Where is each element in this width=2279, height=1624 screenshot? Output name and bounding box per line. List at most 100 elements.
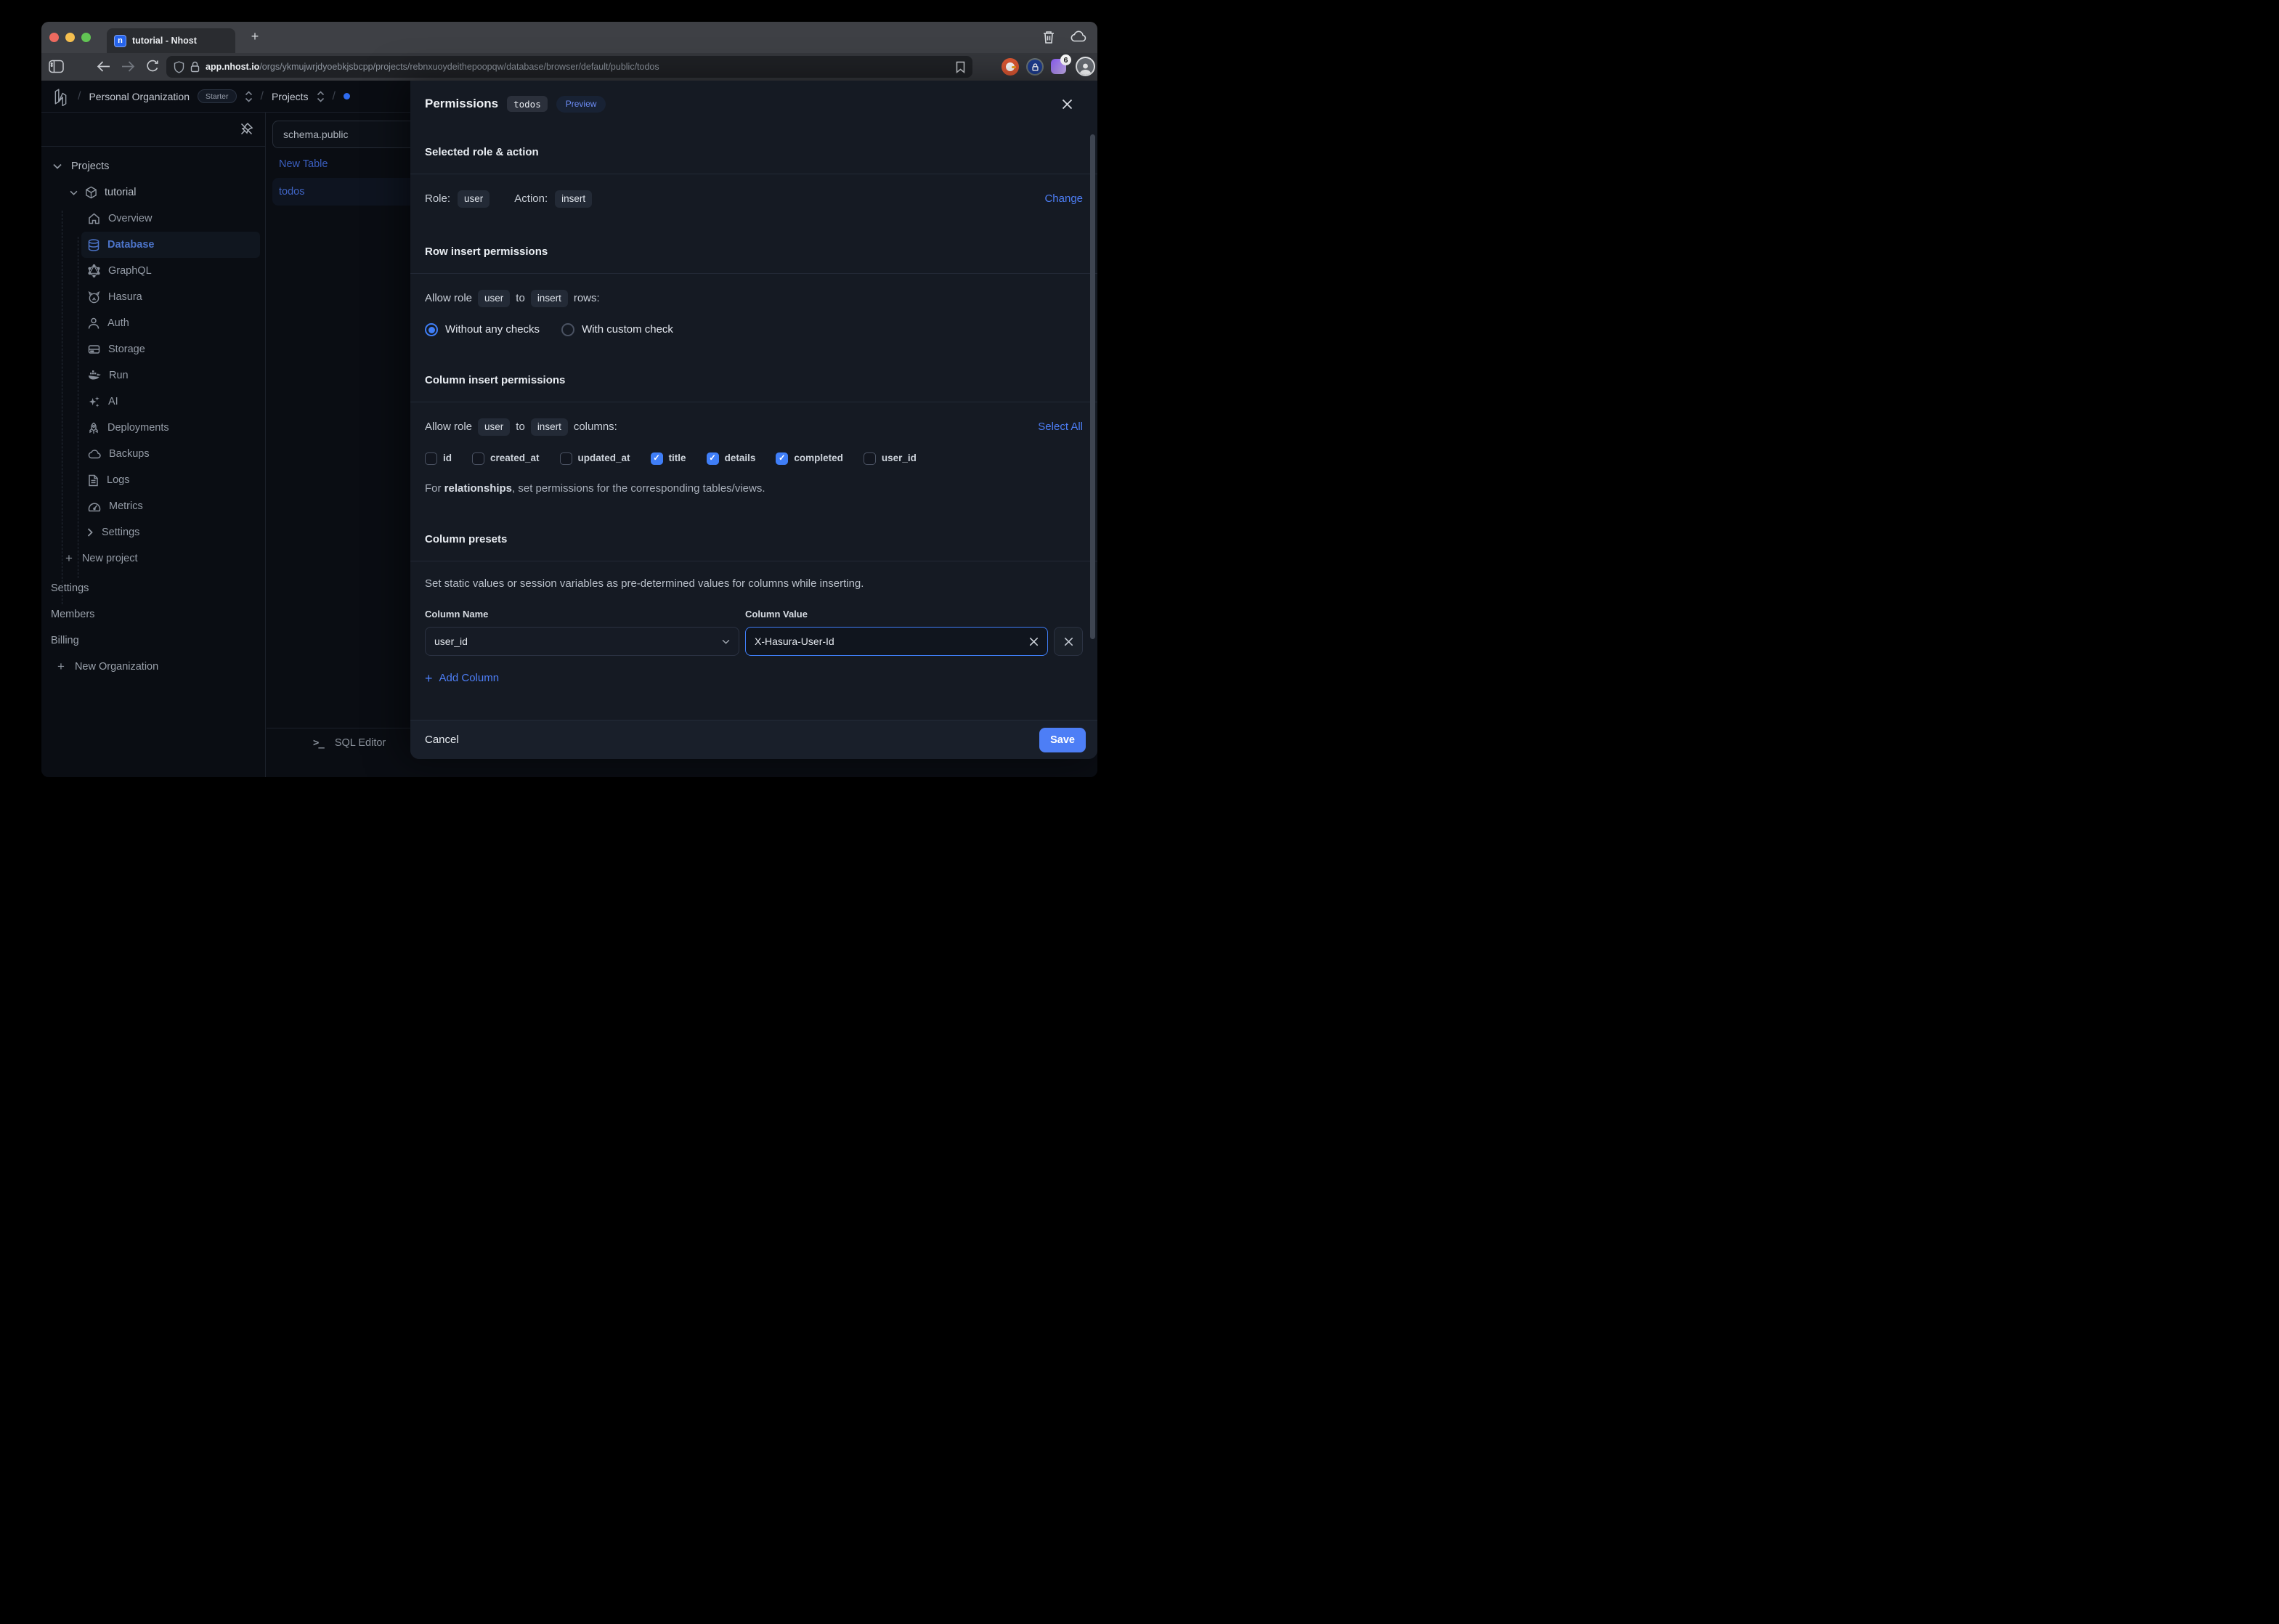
- project-switcher-chevrons-icon[interactable]: [317, 91, 325, 102]
- profile-avatar[interactable]: [1076, 57, 1095, 76]
- forward-icon[interactable]: [121, 60, 135, 73]
- select-all-link[interactable]: Select All: [1038, 421, 1083, 434]
- sidebar-toggle-icon[interactable]: [49, 60, 64, 73]
- new-tab-button[interactable]: +: [246, 29, 264, 44]
- columns-text: columns:: [574, 421, 617, 434]
- checkbox-details[interactable]: ✓ details: [707, 452, 756, 465]
- rows-text: rows:: [574, 292, 600, 305]
- new-project-button[interactable]: + New project: [41, 545, 265, 572]
- browser-tab[interactable]: n tutorial - Nhost: [107, 28, 235, 53]
- unpin-sidebar-icon[interactable]: [240, 122, 253, 136]
- sidebar-item-label: Metrics: [109, 500, 143, 512]
- lock-icon: [190, 61, 200, 73]
- checkbox-label: id: [443, 452, 452, 465]
- sidebar-item-auth[interactable]: Auth: [81, 310, 260, 336]
- duckduckgo-extension-icon[interactable]: [1002, 58, 1019, 76]
- new-organization-button[interactable]: + New Organization: [41, 654, 265, 680]
- checkbox-user-id[interactable]: ✓ user_id: [864, 452, 917, 465]
- schema-select-value: schema.public: [283, 129, 349, 140]
- remove-preset-button[interactable]: [1054, 627, 1083, 656]
- sidebar-project-tutorial[interactable]: tutorial: [41, 179, 265, 206]
- url-bar[interactable]: app.nhost.io/orgs/ykmujwrjdyoebkjsbcpp/p…: [166, 56, 972, 78]
- sidebar-item-deployments[interactable]: Deployments: [81, 415, 260, 441]
- cube-icon: [85, 186, 97, 199]
- cancel-button[interactable]: Cancel: [425, 734, 459, 746]
- cloud-tabs-icon[interactable]: [1070, 30, 1087, 44]
- sidebar-item-overview[interactable]: Overview: [81, 206, 260, 232]
- browser-toolbar: app.nhost.io/orgs/ykmujwrjdyoebkjsbcpp/p…: [41, 53, 1097, 81]
- checkbox-created-at[interactable]: ✓ created_at: [472, 452, 540, 465]
- clear-input-icon[interactable]: [1029, 637, 1039, 646]
- sidebar-item-billing[interactable]: Billing: [41, 628, 265, 654]
- section-heading-row-insert: Row insert permissions: [410, 227, 1097, 273]
- allow-role-text: Allow role: [425, 421, 472, 434]
- sidebar-item-logs[interactable]: Logs: [81, 467, 260, 493]
- permissions-drawer: Permissions todos Preview Selected role …: [410, 81, 1097, 759]
- column-name-label: Column Name: [425, 608, 745, 621]
- breadcrumb-separator: /: [333, 90, 336, 103]
- minimize-window-button[interactable]: [65, 33, 75, 42]
- sidebar-item-label: Deployments: [107, 422, 169, 434]
- breadcrumb-org[interactable]: Personal Organization: [89, 91, 190, 102]
- sidebar-item-label: GraphQL: [108, 265, 152, 277]
- nhost-logo-icon[interactable]: [52, 87, 70, 106]
- sidebar-item-hasura[interactable]: Hasura: [81, 284, 260, 310]
- sidebar-item-members[interactable]: Members: [41, 601, 265, 628]
- to-text: to: [516, 421, 525, 434]
- column-value-input[interactable]: X-Hasura-User-Id: [745, 627, 1048, 656]
- checkbox-id[interactable]: ✓ id: [425, 452, 452, 465]
- checkbox-updated-at[interactable]: ✓ updated_at: [560, 452, 630, 465]
- rocket-icon: [88, 422, 99, 434]
- gauge-icon: [88, 501, 101, 512]
- new-table-button[interactable]: New Table: [279, 153, 328, 175]
- checkbox-label: details: [725, 452, 756, 465]
- radio-without-checks[interactable]: Without any checks: [425, 323, 540, 336]
- change-link[interactable]: Change: [1044, 192, 1083, 206]
- sidebar-item-label: Logs: [107, 474, 129, 486]
- checkbox-icon: ✓: [707, 452, 719, 465]
- chevron-down-icon: [70, 190, 78, 195]
- traffic-lights: [49, 33, 91, 42]
- sidebar-item-settings[interactable]: Settings: [41, 575, 265, 601]
- drawer-scrollbar[interactable]: [1090, 134, 1095, 639]
- preview-badge: Preview: [556, 96, 606, 113]
- privacy-lock-extension-icon[interactable]: [1026, 58, 1044, 76]
- checkbox-title[interactable]: ✓ title: [651, 452, 686, 465]
- schema-select[interactable]: schema.public: [272, 121, 425, 148]
- add-column-button[interactable]: + Add Column: [425, 672, 1083, 685]
- close-icon[interactable]: [1062, 99, 1073, 110]
- sidebar-group-projects[interactable]: Projects: [41, 153, 265, 179]
- sidebar-item-ai[interactable]: AI: [81, 389, 260, 415]
- bookmark-icon[interactable]: [956, 61, 965, 73]
- section-heading-column-insert: Column insert permissions: [410, 355, 1097, 402]
- reload-icon[interactable]: [146, 60, 159, 73]
- table-list-item-todos[interactable]: todos: [272, 178, 425, 206]
- sidebar-item-run[interactable]: Run: [81, 362, 260, 389]
- zoom-window-button[interactable]: [81, 33, 91, 42]
- cloud-icon: [88, 449, 101, 459]
- new-organization-label: New Organization: [75, 661, 158, 673]
- save-button[interactable]: Save: [1039, 728, 1086, 752]
- graphql-icon: [88, 264, 100, 277]
- trash-icon[interactable]: [1042, 30, 1055, 44]
- breadcrumb-projects[interactable]: Projects: [272, 91, 309, 102]
- column-name-select[interactable]: user_id: [425, 627, 739, 656]
- close-window-button[interactable]: [49, 33, 59, 42]
- checkbox-completed[interactable]: ✓ completed: [776, 452, 843, 465]
- radio-custom-check[interactable]: With custom check: [561, 323, 673, 336]
- home-icon: [88, 213, 100, 224]
- chevron-down-icon: [53, 163, 62, 169]
- tracking-shield-icon[interactable]: [174, 61, 184, 73]
- back-icon[interactable]: [97, 60, 110, 73]
- sidebar-item-metrics[interactable]: Metrics: [81, 493, 260, 519]
- sidebar-item-label: Run: [109, 370, 129, 381]
- sidebar-item-storage[interactable]: Storage: [81, 336, 260, 362]
- column-name-value: user_id: [434, 635, 468, 648]
- radio-icon: [561, 323, 574, 336]
- breadcrumb-separator: /: [261, 90, 264, 103]
- sidebar-item-database[interactable]: Database: [81, 232, 260, 258]
- sidebar-item-backups[interactable]: Backups: [81, 441, 260, 467]
- org-switcher-chevrons-icon[interactable]: [245, 91, 253, 102]
- sidebar-item-project-settings[interactable]: Settings: [41, 519, 265, 545]
- sidebar-item-graphql[interactable]: GraphQL: [81, 258, 260, 284]
